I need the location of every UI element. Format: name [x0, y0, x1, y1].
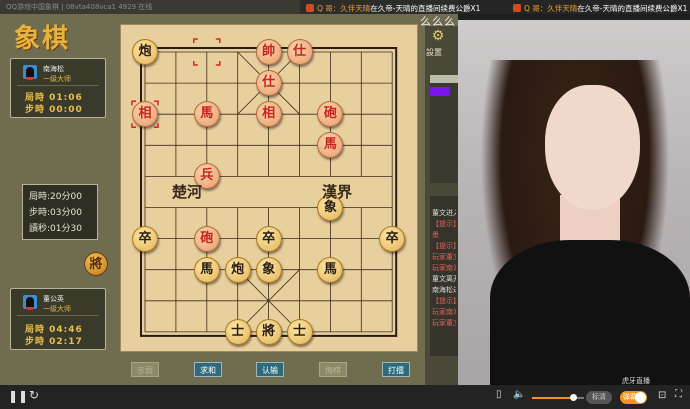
- top-player-panel: 南海松 一级大师 局時 01:06 步時 00:00: [10, 58, 106, 118]
- chat-line: 墨: [432, 231, 439, 239]
- step-time-label: 步時: [25, 105, 46, 115]
- piece-black[interactable]: 炮: [132, 39, 158, 65]
- move-marker: [193, 61, 198, 66]
- player-rank: 一级大师: [43, 305, 71, 313]
- avatar: [23, 295, 37, 310]
- chat-line: 【提示】: [432, 242, 456, 250]
- chat-line: 【提示】: [432, 297, 456, 305]
- undo-button[interactable]: 悔棋: [319, 362, 347, 377]
- quality-button[interactable]: 标清: [586, 391, 612, 404]
- step-time: 02:17: [49, 337, 83, 347]
- check-button[interactable]: 將: [84, 252, 108, 276]
- volume-icon[interactable]: 🔈: [513, 389, 525, 400]
- gift-ticker: Q 哥：久伴天晴在久帝-天晴的直播间续费公爵X1 Q 哥：久伴天晴在久帝-天晴的…: [300, 0, 690, 14]
- piece-black[interactable]: 馬: [317, 256, 344, 283]
- step-time-label: 步時: [25, 337, 46, 347]
- piece-black[interactable]: 馬: [193, 256, 220, 283]
- chat-line: 玩家董文: [432, 253, 456, 261]
- piece-black[interactable]: 卒: [255, 225, 282, 252]
- action-bar: 示弱 求和 认输 悔棋 打擂: [120, 356, 418, 382]
- rule-countdown: 讀秒:01分30: [29, 224, 82, 234]
- piece-black[interactable]: 炮: [224, 256, 251, 283]
- river-right-label: 漢界: [322, 183, 353, 201]
- piece-red[interactable]: 仕: [255, 70, 282, 97]
- theater-mode-icon[interactable]: ⊡: [658, 390, 666, 401]
- piece-black[interactable]: 卒: [379, 225, 406, 252]
- chat-line: 玩家南海: [432, 264, 456, 272]
- chat-log: 董文进入【提示】墨【提示】玩家董文玩家南海董文离开南海松进【提示】玩家南海玩家董…: [430, 196, 458, 356]
- avatar: [23, 65, 37, 80]
- player-name: 董公英: [43, 295, 64, 303]
- fullscreen-icon[interactable]: ⛶: [675, 389, 682, 400]
- chat-line: 董文进入: [432, 209, 456, 217]
- chat-line: 玩家董文: [432, 319, 456, 327]
- danmu-toggle[interactable]: 弹幕: [620, 391, 647, 404]
- settings-label: 設置: [426, 48, 442, 57]
- bottom-player-panel: 董公英 一级大师 局時 04:46 步時 02:17: [10, 288, 106, 350]
- chat-line: 【提示】: [432, 220, 456, 228]
- resign-button[interactable]: 认输: [256, 362, 284, 377]
- piece-black[interactable]: 士: [286, 318, 313, 345]
- piece-red[interactable]: 砲: [193, 225, 220, 252]
- piece-red[interactable]: 相: [255, 101, 282, 128]
- piece-red[interactable]: 相: [132, 101, 158, 128]
- refresh-icon[interactable]: ↻: [29, 388, 39, 402]
- piece-black[interactable]: 象: [255, 256, 282, 283]
- piece-red[interactable]: 仕: [286, 39, 313, 65]
- volume-slider-handle[interactable]: [570, 394, 577, 401]
- danmu-overlay-text: 么么么: [420, 15, 456, 28]
- volume-slider-rest[interactable]: [576, 397, 584, 399]
- move-marker: [215, 61, 221, 66]
- weak-button[interactable]: 示弱: [131, 362, 159, 377]
- video-person-face: [545, 85, 640, 210]
- piece-red[interactable]: 帥: [255, 39, 282, 65]
- badge-icon: [306, 4, 314, 12]
- chat-line: 董文离开: [432, 275, 456, 283]
- logo: 象棋: [14, 24, 71, 54]
- move-marker: [215, 38, 221, 43]
- move-marker: [154, 123, 159, 128]
- move-marker: [193, 38, 198, 43]
- piece-black[interactable]: 士: [224, 318, 251, 345]
- draw-button[interactable]: 求和: [194, 362, 222, 377]
- clip-icon[interactable]: ▯: [496, 389, 502, 400]
- player-name: 南海松: [43, 65, 64, 73]
- ticker-item: Q 哥：久伴天晴在久帝-天晴的直播间续费公爵X1: [513, 3, 687, 14]
- player-rank: 一级大师: [43, 75, 71, 83]
- rule-step: 步時:03分00: [29, 208, 82, 218]
- chat-line: 玩家南海: [432, 308, 456, 316]
- time-rules-panel: 局時:20分00 步時:03分00 讀秒:01分30: [22, 184, 98, 240]
- move-marker: [131, 123, 136, 128]
- gear-icon[interactable]: ⚙: [428, 28, 448, 44]
- chat-line: 南海松进: [432, 286, 456, 294]
- river-left-label: 楚河: [172, 183, 203, 201]
- pause-icon[interactable]: ❚❚: [8, 389, 28, 403]
- rule-total: 局時:20分00: [29, 192, 82, 202]
- challenge-button[interactable]: 打擂: [382, 362, 410, 377]
- piece-black[interactable]: 將: [255, 318, 282, 345]
- badge-icon: [513, 4, 521, 12]
- piece-red[interactable]: 馬: [193, 101, 220, 128]
- player-list-selected-row[interactable]: [430, 87, 450, 96]
- step-time: 00:00: [49, 105, 83, 115]
- piece-black[interactable]: 卒: [132, 225, 158, 252]
- video-person-body: [490, 240, 690, 385]
- volume-slider[interactable]: [532, 397, 572, 399]
